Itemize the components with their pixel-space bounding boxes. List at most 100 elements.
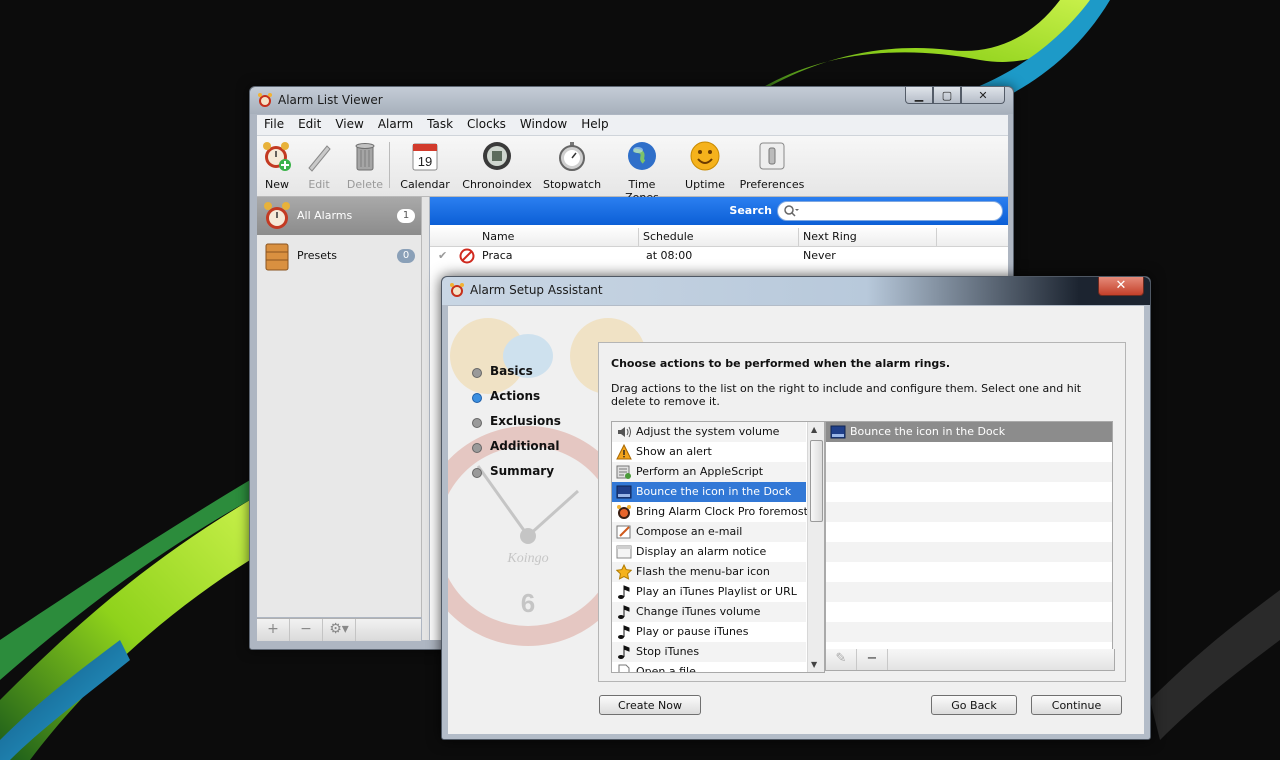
actions-panel: Choose actions to be performed when the … — [598, 342, 1126, 682]
music-note-icon — [618, 645, 630, 659]
sidebar-item-all-alarms[interactable]: All Alarms 1 — [257, 197, 421, 235]
list-item[interactable]: Open a file — [612, 662, 806, 672]
step-indicator — [472, 418, 482, 428]
continue-button[interactable]: Continue — [1031, 695, 1122, 715]
selected-actions-list[interactable]: Bounce the icon in the Dock — [825, 421, 1113, 651]
vertical-scrollbar[interactable]: ▲ ▼ — [807, 422, 824, 672]
menu-bar: File Edit View Alarm Task Clocks Window … — [257, 115, 1008, 136]
menu-window[interactable]: Window — [513, 115, 574, 135]
edit-button[interactable]: Edit — [303, 140, 335, 191]
minimize-button[interactable]: ▁ — [905, 87, 933, 104]
toolbar-separator — [389, 142, 390, 188]
assistant-title: Alarm Setup Assistant — [470, 283, 603, 297]
list-item[interactable]: Compose an e-mail — [612, 522, 806, 542]
viewer-titlebar[interactable]: Alarm List Viewer ▁ ▢ ✕ — [250, 87, 1013, 114]
search-input[interactable] — [777, 201, 1003, 221]
selected-action-item[interactable]: Bounce the icon in the Dock — [826, 422, 1112, 442]
menu-alarm[interactable]: Alarm — [371, 115, 420, 135]
add-button[interactable]: + — [257, 619, 290, 641]
uptime-button[interactable]: Uptime — [684, 140, 726, 191]
chronoindex-icon — [483, 142, 511, 170]
edit-action-button[interactable]: ✎ — [826, 649, 857, 670]
list-item[interactable]: Flash the menu-bar icon — [612, 562, 806, 582]
list-item[interactable]: Perform an AppleScript — [612, 462, 806, 482]
chronoindex-label: Chronoindex — [462, 178, 532, 191]
scrollbar-thumb[interactable] — [810, 440, 823, 522]
assistant-content: Koingo 6 Basics Actions Exclusions Addit… — [448, 306, 1144, 734]
watermark-brand: Koingo — [506, 551, 548, 566]
list-item[interactable]: Show an alert — [612, 442, 806, 462]
column-header-next-ring[interactable]: Next Ring — [803, 230, 857, 243]
list-item-selected[interactable]: Bounce the icon in the Dock — [612, 482, 806, 502]
checkmark-icon[interactable]: ✔ — [438, 249, 447, 262]
calendar-button[interactable]: 19 Calendar — [400, 140, 450, 191]
viewer-title: Alarm List Viewer — [278, 93, 383, 107]
scroll-up-arrow-icon[interactable]: ▲ — [811, 425, 817, 434]
toolbar: New Edit Delete 19 Calendar Chronoindex … — [257, 136, 1008, 204]
app-icon — [617, 505, 631, 519]
switch-icon — [759, 142, 785, 170]
list-item[interactable]: Change iTunes volume — [612, 602, 806, 622]
remove-button[interactable]: − — [290, 619, 323, 641]
go-back-button[interactable]: Go Back — [931, 695, 1017, 715]
search-icon — [784, 205, 799, 217]
new-alarm-button[interactable]: New — [259, 140, 295, 191]
music-note-icon — [618, 605, 630, 619]
calendar-day-number: 19 — [418, 154, 432, 169]
column-header-name[interactable]: Name — [482, 230, 514, 243]
music-note-icon — [618, 585, 630, 599]
list-item[interactable]: Play or pause iTunes — [612, 622, 806, 642]
maximize-button[interactable]: ▢ — [933, 87, 961, 104]
list-item[interactable]: Play an iTunes Playlist or URL — [612, 582, 806, 602]
box-icon — [265, 243, 289, 271]
stopwatch-button[interactable]: Stopwatch — [543, 140, 601, 191]
list-item[interactable]: Adjust the system volume — [612, 422, 806, 442]
delete-button[interactable]: Delete — [345, 140, 385, 191]
menu-view[interactable]: View — [328, 115, 370, 135]
sidebar: All Alarms 1 Presets 0 — [257, 197, 422, 617]
count-badge: 1 — [397, 209, 415, 223]
step-indicator — [472, 468, 482, 478]
step-indicator-current — [472, 393, 482, 403]
preferences-label: Preferences — [739, 178, 805, 191]
notice-icon — [616, 545, 632, 559]
available-actions-list[interactable]: Adjust the system volume Show an alert P… — [611, 421, 825, 673]
action-menu-button[interactable]: ⚙▾ — [323, 619, 356, 641]
close-button[interactable]: ✕ — [1098, 277, 1144, 296]
time-zones-button[interactable]: Time Zones — [611, 140, 673, 204]
preferences-button[interactable]: Preferences — [735, 140, 809, 191]
menu-help[interactable]: Help — [574, 115, 615, 135]
close-button[interactable]: ✕ — [961, 87, 1005, 104]
step-indicator — [472, 368, 482, 378]
menu-edit[interactable]: Edit — [291, 115, 328, 135]
file-icon — [618, 664, 630, 672]
new-alarm-icon — [263, 142, 291, 171]
list-item[interactable]: Display an alarm notice — [612, 542, 806, 562]
cell-next-ring: Never — [803, 249, 836, 262]
search-label: Search — [729, 204, 772, 217]
table-header: Name Schedule Next Ring — [430, 228, 1008, 247]
pencil-icon — [308, 145, 331, 172]
list-item[interactable]: Bring Alarm Clock Pro foremost — [612, 502, 808, 522]
menu-clocks[interactable]: Clocks — [460, 115, 513, 135]
sidebar-item-presets[interactable]: Presets 0 — [257, 237, 421, 275]
list-item[interactable]: Stop iTunes — [612, 642, 806, 662]
trash-icon — [355, 143, 375, 171]
scroll-down-arrow-icon[interactable]: ▼ — [811, 660, 817, 669]
speaker-icon — [618, 426, 631, 438]
column-header-schedule[interactable]: Schedule — [643, 230, 694, 243]
sidebar-item-label: All Alarms — [297, 209, 353, 222]
chronoindex-button[interactable]: Chronoindex — [462, 140, 532, 191]
alarm-clock-icon — [264, 202, 290, 229]
count-badge: 0 — [397, 249, 415, 263]
menu-task[interactable]: Task — [420, 115, 460, 135]
search-bar: Search — [430, 197, 1008, 225]
stopwatch-icon — [559, 142, 585, 171]
table-row[interactable]: ✔ Praca at 08:00 Never — [430, 247, 1008, 265]
menu-file[interactable]: File — [257, 115, 291, 135]
split-view-divider[interactable] — [422, 197, 429, 640]
remove-action-button[interactable]: − — [857, 649, 888, 670]
delete-label: Delete — [346, 178, 384, 191]
create-now-button[interactable]: Create Now — [599, 695, 701, 715]
assistant-titlebar[interactable]: Alarm Setup Assistant ✕ — [442, 277, 1150, 305]
